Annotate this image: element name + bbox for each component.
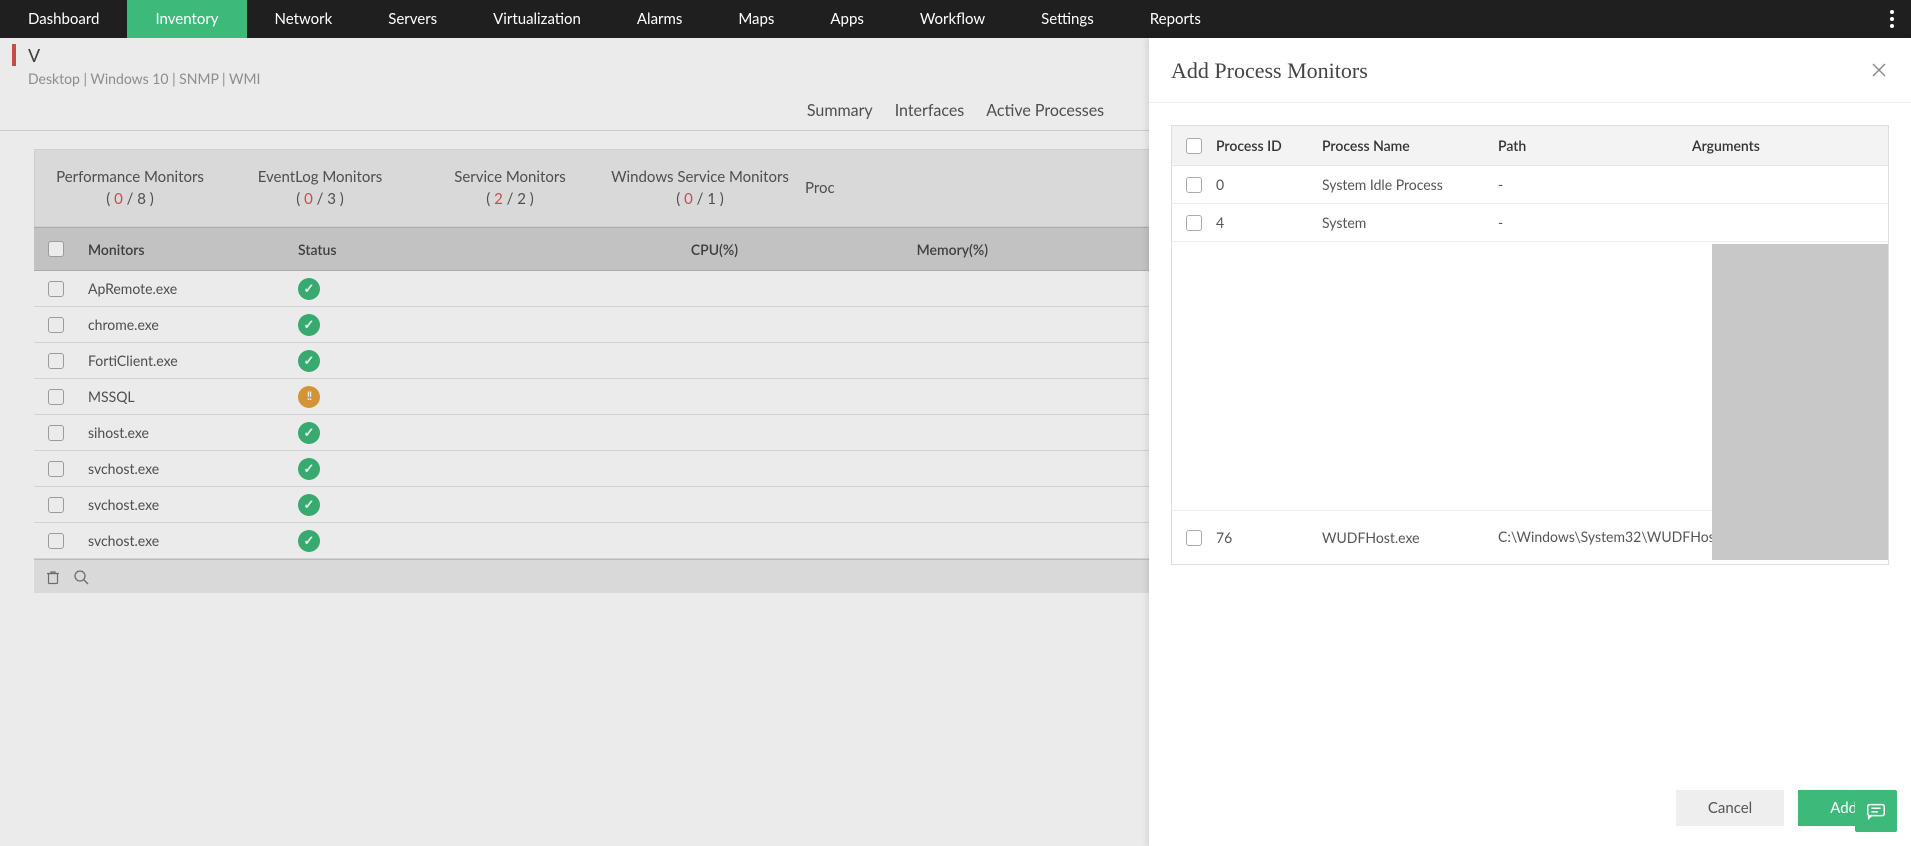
process-row-path: - xyxy=(1498,214,1692,231)
row-monitor-name: svchost.exe xyxy=(78,496,288,513)
row-monitor-name: sihost.exe xyxy=(78,424,288,441)
col-monitors[interactable]: Monitors xyxy=(78,241,288,258)
process-list: Process ID Process Name Path Arguments 0… xyxy=(1171,125,1889,565)
process-row-name: System Idle Process xyxy=(1322,176,1498,193)
row-checkbox[interactable] xyxy=(48,389,64,405)
chat-icon[interactable] xyxy=(1855,790,1897,832)
row-checkbox[interactable] xyxy=(48,497,64,513)
row-monitor-name: chrome.exe xyxy=(78,316,288,333)
nav-network[interactable]: Network xyxy=(247,0,361,38)
row-monitor-name: MSSQL xyxy=(78,388,288,405)
nav-virtualization[interactable]: Virtualization xyxy=(465,0,609,38)
process-row-path: C:\Windows\System32\WUDFHost.exe xyxy=(1498,529,1692,546)
more-menu-icon[interactable] xyxy=(1881,0,1903,38)
nav-apps[interactable]: Apps xyxy=(802,0,891,38)
nav-alarms[interactable]: Alarms xyxy=(609,0,710,38)
tab-active-processes[interactable]: Active Processes xyxy=(986,101,1104,120)
monitor-tab-eventlog-monitors[interactable]: EventLog Monitors( 0 / 3 ) xyxy=(225,150,415,226)
process-row-path: - xyxy=(1498,176,1692,193)
cancel-button[interactable]: Cancel xyxy=(1676,790,1784,826)
col-memory[interactable]: Memory(%) xyxy=(748,241,998,258)
process-row-pid: 0 xyxy=(1216,176,1322,193)
tab-interfaces[interactable]: Interfaces xyxy=(895,101,965,120)
nav-servers[interactable]: Servers xyxy=(360,0,465,38)
panel-title: Add Process Monitors xyxy=(1171,58,1368,84)
nav-workflow[interactable]: Workflow xyxy=(892,0,1013,38)
status-ok-icon xyxy=(298,458,320,480)
top-nav: DashboardInventoryNetworkServersVirtuali… xyxy=(0,0,1911,38)
delete-icon[interactable] xyxy=(42,566,64,588)
nav-settings[interactable]: Settings xyxy=(1013,0,1122,38)
status-bar-icon xyxy=(12,44,16,66)
row-checkbox[interactable] xyxy=(48,317,64,333)
status-ok-icon xyxy=(298,494,320,516)
status-ok-icon xyxy=(298,530,320,552)
row-checkbox[interactable] xyxy=(48,425,64,441)
nav-maps[interactable]: Maps xyxy=(710,0,802,38)
status-ok-icon xyxy=(298,278,320,300)
process-list-header: Process ID Process Name Path Arguments xyxy=(1172,126,1888,166)
row-monitor-name: FortiClient.exe xyxy=(78,352,288,369)
nav-reports[interactable]: Reports xyxy=(1122,0,1229,38)
monitor-tab-proc[interactable]: Proc xyxy=(795,150,985,226)
row-monitor-name: ApRemote.exe xyxy=(78,280,288,297)
monitor-tab-service-monitors[interactable]: Service Monitors( 2 / 2 ) xyxy=(415,150,605,226)
select-all-checkbox[interactable] xyxy=(48,241,64,257)
process-row[interactable]: 4System- xyxy=(1172,204,1888,242)
col-path[interactable]: Path xyxy=(1498,137,1692,154)
row-checkbox[interactable] xyxy=(48,281,64,297)
process-row-name: WUDFHost.exe xyxy=(1322,529,1498,546)
add-process-monitors-panel: Add Process Monitors Process ID Process … xyxy=(1149,38,1911,846)
monitor-tab-windows-service-monitors[interactable]: Windows Service Monitors( 0 / 1 ) xyxy=(605,150,795,226)
process-list-scrollbar[interactable] xyxy=(1712,244,1888,560)
process-row-checkbox[interactable] xyxy=(1186,215,1202,231)
process-row[interactable]: 0System Idle Process- xyxy=(1172,166,1888,204)
status-ok-icon xyxy=(298,314,320,336)
col-status[interactable]: Status xyxy=(288,241,498,258)
row-checkbox[interactable] xyxy=(48,353,64,369)
col-cpu[interactable]: CPU(%) xyxy=(498,241,748,258)
search-icon[interactable] xyxy=(70,566,92,588)
process-select-all-checkbox[interactable] xyxy=(1186,138,1202,154)
nav-dashboard[interactable]: Dashboard xyxy=(0,0,127,38)
col-process-name[interactable]: Process Name xyxy=(1322,137,1498,154)
tab-summary[interactable]: Summary xyxy=(807,101,873,120)
status-ok-icon xyxy=(298,350,320,372)
row-monitor-name: svchost.exe xyxy=(78,460,288,477)
process-row-pid: 4 xyxy=(1216,214,1322,231)
status-warn-icon xyxy=(298,386,320,408)
monitor-tab-performance-monitors[interactable]: Performance Monitors( 0 / 8 ) xyxy=(35,150,225,226)
process-row-checkbox[interactable] xyxy=(1186,530,1202,546)
process-row-checkbox[interactable] xyxy=(1186,177,1202,193)
row-checkbox[interactable] xyxy=(48,533,64,549)
row-monitor-name: svchost.exe xyxy=(78,532,288,549)
nav-inventory[interactable]: Inventory xyxy=(127,0,246,38)
process-row-name: System xyxy=(1322,214,1498,231)
col-process-id[interactable]: Process ID xyxy=(1216,137,1322,154)
process-row-pid: 76 xyxy=(1216,529,1322,546)
row-checkbox[interactable] xyxy=(48,461,64,477)
close-icon[interactable] xyxy=(1869,60,1889,83)
col-arguments[interactable]: Arguments xyxy=(1692,137,1888,154)
status-ok-icon xyxy=(298,422,320,444)
